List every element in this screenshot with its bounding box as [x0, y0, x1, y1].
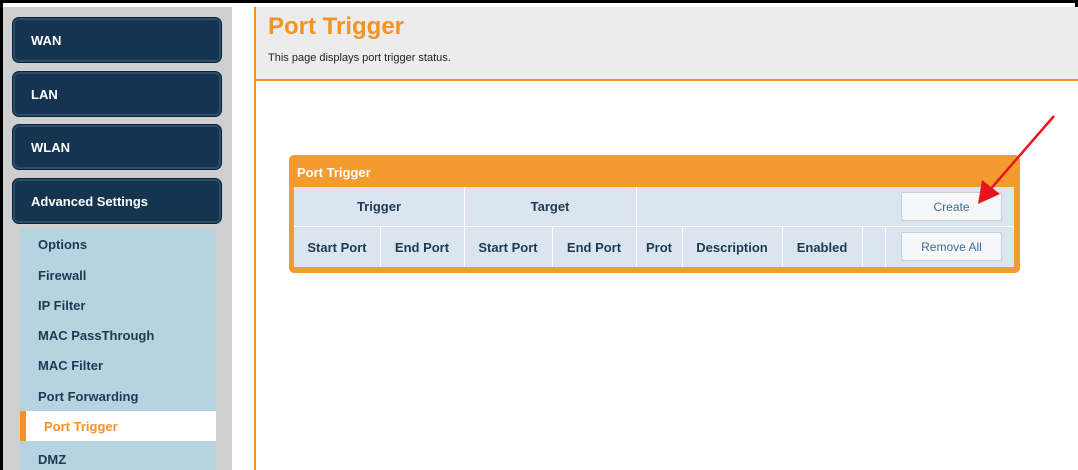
page-header: Port Trigger This page displays port tri…	[256, 7, 1078, 81]
page-description: This page displays port trigger status.	[268, 52, 451, 64]
nav-lan[interactable]: LAN	[12, 71, 222, 117]
col-header-target-end-port: End Port	[566, 239, 622, 255]
col-divider	[782, 227, 783, 267]
group-header-trigger: Trigger	[356, 199, 402, 214]
col-divider	[380, 227, 381, 267]
sidebar-item-ip-filter[interactable]: IP Filter	[20, 290, 216, 320]
sidebar-item-options[interactable]: Options	[20, 229, 216, 259]
col-header-target-start-port: Start Port	[478, 239, 538, 255]
port-trigger-panel: Port Trigger Trigger Target Start Port E…	[289, 155, 1020, 273]
main-content: Port Trigger This page displays port tri…	[254, 7, 1078, 470]
annotation-arrow-icon	[978, 115, 1055, 204]
col-divider	[682, 227, 683, 267]
col-divider	[464, 227, 465, 267]
col-header-trigger-end-port: End Port	[394, 239, 450, 255]
col-divider	[464, 187, 465, 226]
col-divider	[636, 227, 637, 267]
port-trigger-table: Trigger Target Start Port End Port Start…	[294, 187, 1014, 267]
col-divider	[552, 227, 553, 267]
advanced-submenu: Options Firewall IP Filter MAC PassThrou…	[20, 229, 216, 470]
sidebar-item-port-forwarding[interactable]: Port Forwarding	[20, 381, 216, 411]
col-divider	[862, 227, 863, 267]
sidebar-item-mac-passthrough[interactable]: MAC PassThrough	[20, 320, 216, 350]
sidebar-item-mac-filter[interactable]: MAC Filter	[20, 350, 216, 380]
panel-title: Port Trigger	[297, 165, 371, 180]
remove-all-button[interactable]: Remove All	[901, 232, 1002, 261]
nav-wan[interactable]: WAN	[12, 17, 222, 63]
sidebar-item-dmz[interactable]: DMZ	[20, 444, 216, 470]
nav-advanced-settings[interactable]: Advanced Settings	[12, 178, 222, 224]
group-header-target: Target	[530, 199, 570, 214]
col-divider	[636, 187, 637, 226]
sidebar: WAN LAN WLAN Advanced Settings Options F…	[3, 7, 232, 470]
sidebar-item-port-trigger[interactable]: Port Trigger	[20, 411, 216, 441]
col-header-enabled: Enabled	[796, 239, 848, 255]
col-header-description: Description	[696, 239, 768, 255]
col-header-protocol: Prot	[646, 239, 672, 255]
sidebar-item-firewall[interactable]: Firewall	[20, 260, 216, 290]
page-title: Port Trigger	[268, 13, 405, 40]
col-header-trigger-start-port: Start Port	[307, 239, 367, 255]
col-divider	[885, 227, 886, 267]
nav-wlan[interactable]: WLAN	[12, 124, 222, 170]
